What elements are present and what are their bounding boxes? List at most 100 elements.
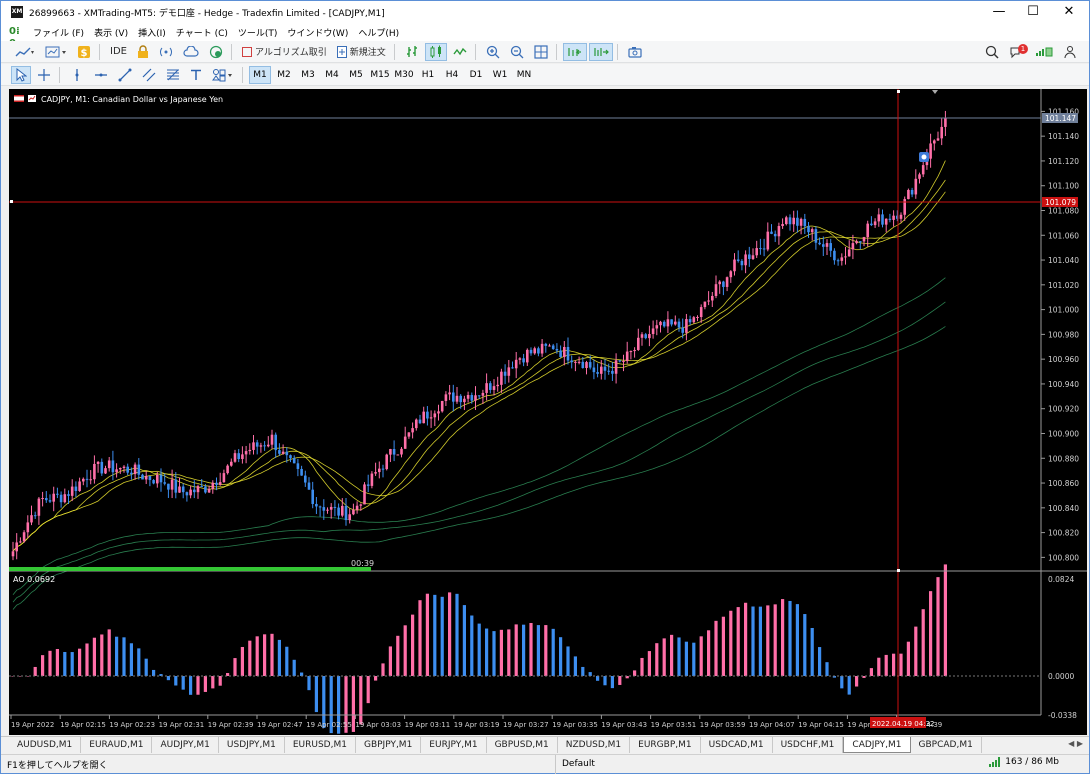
trendline-icon[interactable] <box>114 66 136 84</box>
timeframe-m5[interactable]: M5 <box>345 66 367 84</box>
timeframe-d1[interactable]: D1 <box>465 66 487 84</box>
tab-usdchf[interactable]: USDCHF,M1 <box>773 737 844 753</box>
tab-scroll-arrows-icon[interactable]: ◀ ▶ <box>1068 739 1083 748</box>
vertical-line-icon[interactable] <box>66 66 88 84</box>
candle-body <box>463 398 466 403</box>
profiles-icon[interactable] <box>41 43 71 61</box>
chart-window[interactable]: 101.160 101.140 101.120 101.100 101.080 101.0… <box>9 89 1087 735</box>
timeframe-mn[interactable]: MN <box>513 66 535 84</box>
alert-bell-icon[interactable] <box>919 152 929 162</box>
zoom-out-icon[interactable] <box>506 43 528 61</box>
ao-bar <box>529 623 533 676</box>
time-tick-label: 19 Apr 02:31 <box>159 721 205 729</box>
tab-usdjpy[interactable]: USDJPY,M1 <box>219 737 285 753</box>
timeframe-m3[interactable]: M3 <box>297 66 319 84</box>
notifications-icon[interactable]: 1 <box>1005 43 1029 61</box>
tab-gbpjpy[interactable]: GBPJPY,M1 <box>356 737 422 753</box>
market-globe-icon[interactable] <box>205 43 227 61</box>
candle-body <box>281 451 285 454</box>
chart-shift-icon[interactable] <box>588 42 613 61</box>
cursor-icon[interactable] <box>11 65 31 84</box>
crosshair-handle[interactable] <box>897 90 900 93</box>
crosshair-handle[interactable] <box>897 569 900 572</box>
zoom-in-icon[interactable] <box>482 43 504 61</box>
connection-signal-icon[interactable] <box>1031 43 1057 61</box>
minimize-button[interactable]: — <box>981 1 1017 23</box>
tab-audusd[interactable]: AUDUSD,M1 <box>9 737 82 753</box>
timeframe-m30[interactable]: M30 <box>393 66 415 84</box>
tab-eurusd[interactable]: EURUSD,M1 <box>285 737 356 753</box>
ao-bar <box>403 625 407 676</box>
candle-body <box>892 215 895 220</box>
status-profile[interactable]: Default <box>555 754 595 774</box>
crosshair-icon[interactable] <box>33 66 55 84</box>
candle-body <box>111 460 115 473</box>
tab-gbpcad[interactable]: GBPCAD,M1 <box>911 737 982 753</box>
candle-body <box>540 343 544 354</box>
tab-cadjpy[interactable]: CADJPY,M1 <box>843 737 911 753</box>
shapes-dropdown-icon[interactable] <box>208 66 238 84</box>
bar-chart-icon[interactable] <box>401 43 423 61</box>
tab-audjpy[interactable]: AUDJPY,M1 <box>152 737 219 753</box>
price-chart[interactable]: 101.160101.140101.120101.100101.080101.0… <box>9 89 1087 735</box>
drawing-toolbar: M1 M2 M3 M4 M5 M15 M30 H1 H4 D1 W1 MN <box>1 64 1089 86</box>
ao-bar <box>670 634 674 676</box>
tab-eurgbp[interactable]: EURGBP,M1 <box>630 737 701 753</box>
timeframe-m15[interactable]: M15 <box>369 66 391 84</box>
timeframe-m4[interactable]: M4 <box>321 66 343 84</box>
timeframe-w1[interactable]: W1 <box>489 66 511 84</box>
text-tool-icon[interactable] <box>186 66 206 84</box>
timeframe-h1[interactable]: H1 <box>417 66 439 84</box>
menu-help[interactable]: ヘルプ(H) <box>358 26 399 39</box>
timeframe-m1[interactable]: M1 <box>249 65 271 84</box>
candle-body <box>196 486 200 493</box>
candle-body <box>437 411 440 414</box>
search-icon[interactable] <box>981 43 1003 61</box>
menu-view[interactable]: 表示 (V) <box>94 26 128 39</box>
candlestick-chart-icon[interactable] <box>424 42 447 61</box>
bar-progress-fill <box>9 567 371 571</box>
menu-chart[interactable]: チャート (C) <box>176 26 228 39</box>
horizontal-line-icon[interactable] <box>90 66 112 84</box>
candle-body <box>818 242 821 245</box>
ide-button[interactable]: IDE <box>106 43 131 61</box>
candle-body <box>648 334 651 339</box>
tab-eurjpy[interactable]: EURJPY,M1 <box>421 737 487 753</box>
crosshair-handle[interactable] <box>10 200 13 203</box>
menu-file[interactable]: ファイル (F) <box>33 26 84 39</box>
menu-insert[interactable]: 挿入(I) <box>138 26 166 39</box>
tab-usdcad[interactable]: USDCAD,M1 <box>701 737 773 753</box>
market-watch-icon[interactable]: $ <box>73 43 95 61</box>
community-icon[interactable] <box>1059 43 1081 61</box>
signals-icon[interactable] <box>155 43 177 61</box>
tab-gbpusd[interactable]: GBPUSD,M1 <box>487 737 558 753</box>
ao-bar <box>211 676 215 689</box>
auto-scroll-icon[interactable] <box>562 42 587 61</box>
timeframe-m2[interactable]: M2 <box>273 66 295 84</box>
fibonacci-icon[interactable] <box>162 66 184 84</box>
candle-body <box>910 189 914 195</box>
algo-trading-button[interactable]: アルゴリズム取引 <box>238 43 331 61</box>
candle-body <box>625 351 629 362</box>
tab-euraud[interactable]: EURAUD,M1 <box>81 737 153 753</box>
tile-windows-icon[interactable] <box>530 43 552 61</box>
left-ruler <box>1 89 9 735</box>
new-chart-icon[interactable] <box>11 43 39 61</box>
menu-window[interactable]: ウインドウ(W) <box>287 26 348 39</box>
screenshot-icon[interactable] <box>624 43 646 61</box>
timeframe-h4[interactable]: H4 <box>441 66 463 84</box>
line-chart-icon[interactable] <box>449 43 471 61</box>
status-connection[interactable]: 163 / 86 Mb <box>989 757 1059 767</box>
time-tick-label: 19 Apr 03:11 <box>405 721 451 729</box>
maximize-button[interactable]: ☐ <box>1015 1 1051 23</box>
candle-body <box>133 464 137 475</box>
equidistant-channel-icon[interactable] <box>138 66 160 84</box>
lock-icon[interactable] <box>133 43 153 61</box>
menu-tools[interactable]: ツール(T) <box>238 26 278 39</box>
vps-cloud-icon[interactable] <box>179 43 203 61</box>
menu-logo-icon[interactable]: 0⁞0 <box>9 26 23 49</box>
ao-bar <box>906 641 910 676</box>
tab-nzdusd[interactable]: NZDUSD,M1 <box>558 737 631 753</box>
new-order-button[interactable]: 新規注文 <box>333 43 390 61</box>
close-button[interactable]: ✕ <box>1051 1 1087 23</box>
